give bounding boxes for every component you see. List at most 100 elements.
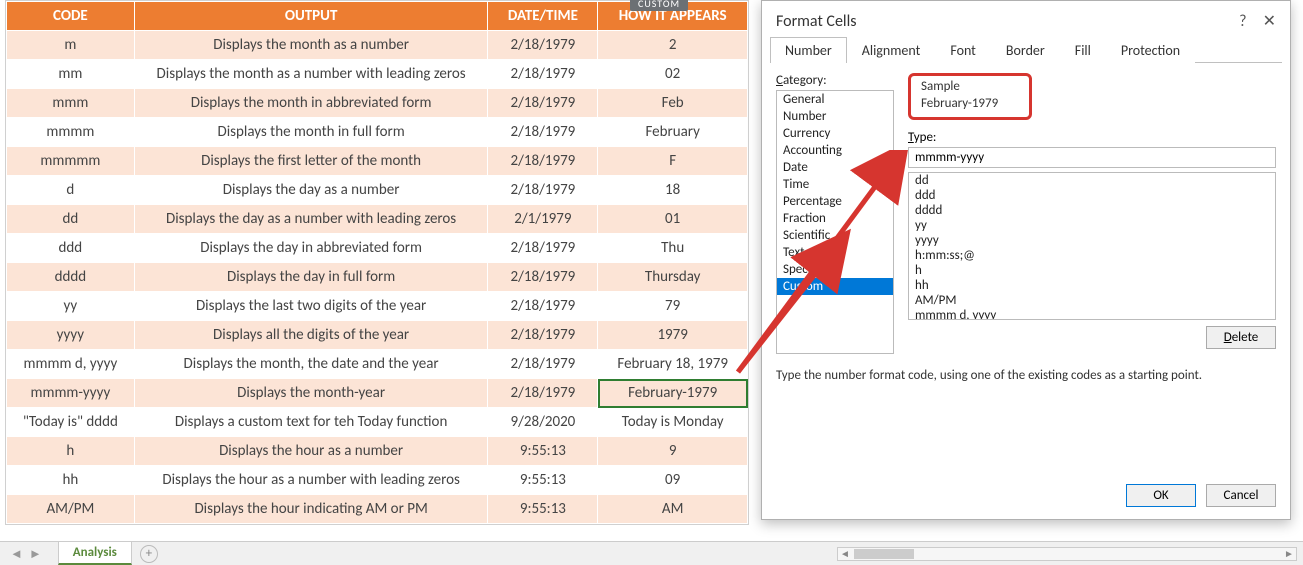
cell-output[interactable]: Displays the month-year [134,379,488,408]
cell-appears[interactable]: 01 [598,205,748,234]
cell-appears[interactable]: Feb [598,89,748,118]
cell-date[interactable]: 2/18/1979 [488,350,598,379]
cell-code[interactable]: ddd [7,234,135,263]
tab-alignment[interactable]: Alignment [847,37,936,63]
category-item[interactable]: Accounting [777,142,893,159]
cell-date[interactable]: 2/18/1979 [488,176,598,205]
cell-code[interactable]: "Today is" dddd [7,408,135,437]
cell-output[interactable]: Displays the hour as a number [134,437,488,466]
cell-date[interactable]: 9:55:13 [488,437,598,466]
help-icon[interactable]: ? [1239,12,1246,31]
format-item[interactable]: dddd [909,203,1275,218]
tab-border[interactable]: Border [991,37,1060,63]
cell-output[interactable]: Displays the day in full form [134,263,488,292]
cell-output[interactable]: Displays the month, the date and the yea… [134,350,488,379]
table-row[interactable]: ddDisplays the day as a number with lead… [7,205,748,234]
cell-code[interactable]: m [7,31,135,60]
cell-date[interactable]: 2/18/1979 [488,234,598,263]
format-item[interactable]: yy [909,218,1275,233]
cell-output[interactable]: Displays the month as a number [134,31,488,60]
cell-appears[interactable]: 18 [598,176,748,205]
tab-protection[interactable]: Protection [1106,37,1195,63]
cell-code[interactable]: mm [7,60,135,89]
cell-date[interactable]: 9:55:13 [488,495,598,524]
cell-output[interactable]: Displays all the digits of the year [134,321,488,350]
cell-date[interactable]: 2/18/1979 [488,31,598,60]
cell-code[interactable]: mmm [7,89,135,118]
type-input[interactable] [908,147,1276,168]
cell-appears[interactable]: 79 [598,292,748,321]
cell-appears[interactable]: Today is Monday [598,408,748,437]
cell-output[interactable]: Displays the last two digits of the year [134,292,488,321]
category-list[interactable]: GeneralNumberCurrencyAccountingDateTimeP… [776,90,894,354]
category-item[interactable]: Currency [777,125,893,142]
cell-code[interactable]: dddd [7,263,135,292]
cell-code[interactable]: AM/PM [7,495,135,524]
cell-appears[interactable]: 09 [598,466,748,495]
category-item[interactable]: Percentage [777,193,893,210]
cell-date[interactable]: 2/18/1979 [488,379,598,408]
table-row[interactable]: dddDisplays the day in abbreviated form2… [7,234,748,263]
cell-code[interactable]: mmmm d, yyyy [7,350,135,379]
table-row[interactable]: mmmmDisplays the month in full form2/18/… [7,118,748,147]
table-row[interactable]: "Today is" ddddDisplays a custom text fo… [7,408,748,437]
cell-output[interactable]: Displays the day as a number [134,176,488,205]
cell-code[interactable]: mmmm [7,118,135,147]
cell-date[interactable]: 2/18/1979 [488,292,598,321]
cell-appears[interactable]: Thu [598,234,748,263]
cell-date[interactable]: 2/18/1979 [488,89,598,118]
table-row[interactable]: mmmDisplays the month in abbreviated for… [7,89,748,118]
format-item[interactable]: yyyy [909,233,1275,248]
cell-date[interactable]: 2/18/1979 [488,147,598,176]
horizontal-scrollbar[interactable]: ◄ ► [837,547,1297,561]
format-item[interactable]: h:mm:ss;@ [909,248,1275,263]
nav-next-icon[interactable]: ► [29,546,42,562]
format-item[interactable]: AM/PM [909,293,1275,308]
cell-appears[interactable]: February [598,118,748,147]
table-row[interactable]: dDisplays the day as a number2/18/197918 [7,176,748,205]
table-row[interactable]: yyDisplays the last two digits of the ye… [7,292,748,321]
cell-date[interactable]: 2/18/1979 [488,321,598,350]
category-item[interactable]: Scientific [777,227,893,244]
delete-button[interactable]: Delete [1206,326,1276,349]
cell-appears[interactable]: 2 [598,31,748,60]
nav-prev-icon[interactable]: ◄ [10,546,23,562]
sheet-tab-analysis[interactable]: Analysis [58,542,132,565]
table-row[interactable]: mmmm d, yyyyDisplays the month, the date… [7,350,748,379]
table-row[interactable]: mDisplays the month as a number2/18/1979… [7,31,748,60]
tab-font[interactable]: Font [935,37,991,63]
category-item[interactable]: Fraction [777,210,893,227]
table-row[interactable]: ddddDisplays the day in full form2/18/19… [7,263,748,292]
category-item[interactable]: Text [777,244,893,261]
cell-output[interactable]: Displays the hour as a number with leadi… [134,466,488,495]
cell-output[interactable]: Displays the month in full form [134,118,488,147]
cell-code[interactable]: h [7,437,135,466]
header-output[interactable]: OUTPUT [134,2,488,31]
format-item[interactable]: hh [909,278,1275,293]
format-list[interactable]: dddddddddyyyyyyh:mm:ss;@hhhAM/PMmmmm d, … [908,172,1276,320]
cell-appears[interactable]: 1979 [598,321,748,350]
format-item[interactable]: dd [909,173,1275,188]
table-row[interactable]: mmmmmDisplays the first letter of the mo… [7,147,748,176]
cell-output[interactable]: Displays the hour indicating AM or PM [134,495,488,524]
cell-code[interactable]: d [7,176,135,205]
header-date[interactable]: DATE/TIME [488,2,598,31]
category-item[interactable]: Special [777,261,893,278]
cell-appears[interactable]: February-1979 [598,379,748,408]
cell-date[interactable]: 2/18/1979 [488,118,598,147]
tab-number[interactable]: Number [770,37,847,63]
cell-date[interactable]: 2/18/1979 [488,60,598,89]
add-sheet-button[interactable]: + [140,545,158,563]
cell-appears[interactable]: AM [598,495,748,524]
cell-appears[interactable]: F [598,147,748,176]
table-row[interactable]: AM/PMDisplays the hour indicating AM or … [7,495,748,524]
category-item[interactable]: Time [777,176,893,193]
format-item[interactable]: ddd [909,188,1275,203]
scroll-thumb[interactable] [854,549,914,559]
cell-output[interactable]: Displays the month in abbreviated form [134,89,488,118]
table-row[interactable]: mmDisplays the month as a number with le… [7,60,748,89]
category-item[interactable]: Number [777,108,893,125]
scroll-left-icon[interactable]: ◄ [838,547,852,560]
sheet-nav-arrows[interactable]: ◄ ► [0,546,52,562]
cell-date[interactable]: 2/1/1979 [488,205,598,234]
